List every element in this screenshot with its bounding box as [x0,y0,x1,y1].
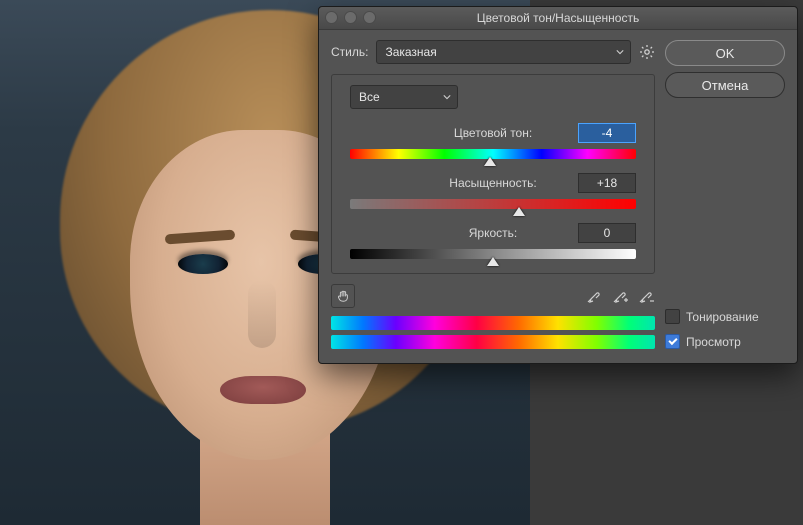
hand-icon [336,289,350,303]
adjustment-panel: Все Цветовой тон: [331,74,655,274]
colorize-label: Тонирование [686,310,759,324]
range-value: Все [359,90,380,104]
lightness-input[interactable] [578,223,636,243]
saturation-slider[interactable] [350,199,636,209]
preview-label: Просмотр [686,335,741,349]
checkbox-box [665,309,680,324]
hue-strip-top [331,316,655,330]
hue-slider[interactable] [350,149,636,159]
ok-button[interactable]: OK [665,40,785,66]
chevron-down-icon [616,48,624,56]
hue-input[interactable] [578,123,636,143]
colorize-checkbox[interactable]: Тонирование [665,309,785,324]
hue-label: Цветовой тон: [454,126,532,140]
eyedropper-plus-icon[interactable] [611,287,629,305]
preview-checkbox[interactable]: Просмотр [665,334,785,349]
range-select[interactable]: Все [350,85,458,109]
hue-strip-bottom [331,335,655,349]
chevron-down-icon [443,93,451,101]
eyedropper-minus-icon[interactable] [637,287,655,305]
preset-label: Стиль: [331,45,368,59]
saturation-thumb[interactable] [513,207,525,216]
lightness-slider[interactable] [350,249,636,259]
dialog-title: Цветовой тон/Насыщенность [477,11,639,25]
targeted-adjustment-button[interactable] [331,284,355,308]
gear-icon[interactable] [639,44,655,60]
lightness-label: Яркость: [469,226,517,240]
dialog-titlebar[interactable]: Цветовой тон/Насыщенность [319,7,797,30]
lightness-thumb[interactable] [487,257,499,266]
checkbox-box [665,334,680,349]
cancel-button[interactable]: Отмена [665,72,785,98]
saturation-input[interactable] [578,173,636,193]
eyedropper-icon[interactable] [585,287,603,305]
preset-value: Заказная [385,45,436,59]
window-controls[interactable] [325,11,376,24]
hue-thumb[interactable] [484,157,496,166]
saturation-label: Насыщенность: [449,176,536,190]
preset-select[interactable]: Заказная [376,40,631,64]
hue-saturation-dialog: Цветовой тон/Насыщенность Стиль: Заказна… [318,6,798,364]
